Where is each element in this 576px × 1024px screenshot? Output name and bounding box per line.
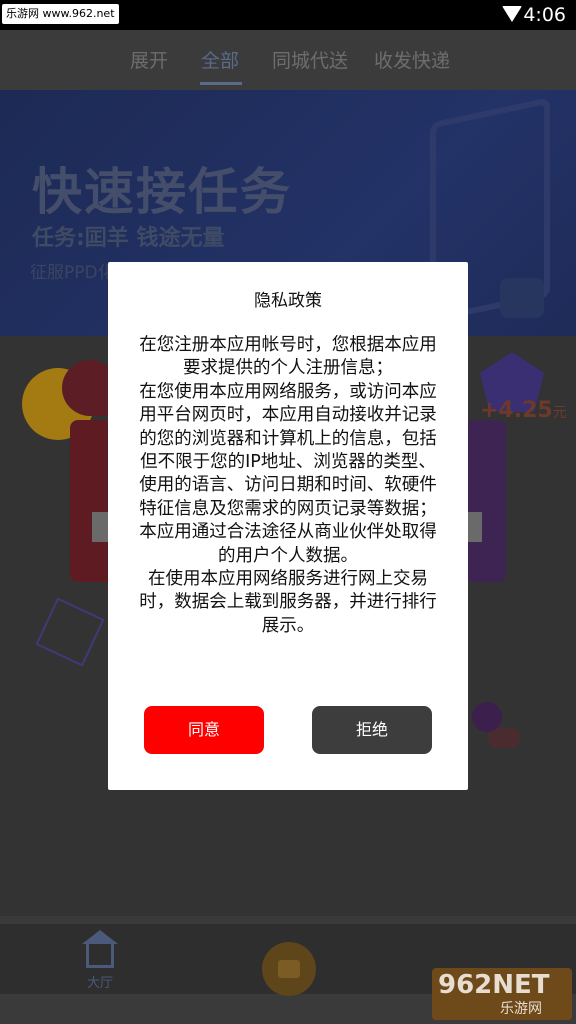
dialog-body-line: 时，数据会上载到服务器，并进行排行 (139, 592, 437, 613)
dialog-body-line: 的您的浏览器和计算机上的信息，包括 (139, 428, 437, 449)
tab-expand[interactable]: 展开 (130, 46, 168, 73)
watermark-bottom: 962NET 乐游网 (432, 968, 572, 1020)
reward-amount-unit: 元 (552, 405, 567, 421)
wifi-icon (502, 6, 522, 22)
dialog-body-line: 本应用通过合法途径从商业伙伴处取得 (139, 522, 437, 543)
tab-indicator (200, 82, 242, 85)
banner-subtitle-2: 征服PPD化 (30, 263, 115, 283)
dialog-body-line: 在您注册本应用帐号时，您根据本应用 (139, 335, 437, 355)
reward-amount: +4.25元 (480, 398, 567, 423)
privacy-dialog: 隐私政策 在您注册本应用帐号时，您根据本应用 要求提供的个人注册信息； 在您使用… (108, 262, 468, 790)
watermark-bottom-top: 962NET (438, 970, 550, 1000)
ball-shadow (488, 728, 520, 748)
dialog-body-line: 特征信息及您需求的网页记录等数据； (139, 498, 437, 519)
tab-express[interactable]: 收发快递 (374, 46, 450, 73)
purple-box-slot (466, 512, 482, 542)
clock: 4:06 (523, 4, 566, 26)
banner-title: 快速接任务 (32, 163, 292, 221)
agree-button[interactable]: 同意 (144, 706, 264, 754)
tab-same-city[interactable]: 同城代送 (272, 46, 348, 73)
watermark-bottom-bottom: 乐游网 (500, 1001, 542, 1017)
dialog-body-line: 在您使用本应用网络服务，或访问本应 (139, 381, 437, 402)
dialog-title: 隐私政策 (254, 291, 322, 311)
dialog-body: 在您注册本应用帐号时，您根据本应用 要求提供的个人注册信息； 在您使用本应用网络… (122, 334, 454, 638)
reward-amount-value: +4.25 (480, 398, 553, 423)
ball-icon (472, 702, 502, 732)
nav-home-label[interactable]: 大厅 (87, 972, 113, 991)
dialog-body-line: 要求提供的个人注册信息； (183, 358, 393, 379)
dialog-body-line: 的用户个人数据。 (218, 545, 358, 566)
purple-box-illustration (466, 420, 506, 582)
dialog-body-line: 在使用本应用网络服务进行网上交易 (148, 569, 428, 590)
status-bar: 乐游网 www.962.net 4:06 (0, 0, 576, 30)
dialog-body-line: 用平台网页时，本应用自动接收并记录 (139, 405, 437, 426)
chat-bubble-icon (500, 278, 544, 318)
dialog-body-line: 但不限于您的IP地址、浏览器的类型、 (140, 452, 436, 473)
play-icon (278, 960, 300, 978)
watermark-top: 乐游网 www.962.net (2, 4, 119, 24)
banner-subtitle: 任务:囸羊 钱途无量 (32, 226, 225, 251)
dialog-body-line: 使用的语言、访问日期和时间、软硬件 (139, 475, 437, 496)
tab-all[interactable]: 全部 (201, 46, 239, 73)
home-icon[interactable] (86, 942, 114, 968)
tab-bar: 展开 全部 同城代送 收发快递 (0, 30, 576, 90)
dialog-body-line: 展示。 (261, 615, 315, 636)
refuse-button[interactable]: 拒绝 (312, 706, 432, 754)
